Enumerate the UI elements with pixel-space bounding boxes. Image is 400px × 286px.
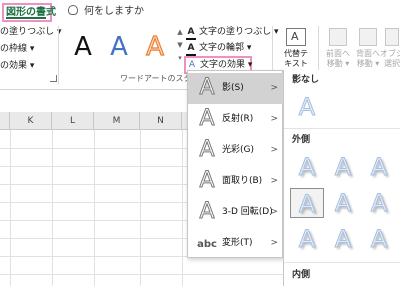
selection-pane-button[interactable]: オブジ 選択 [380,26,400,76]
selection-pane-icon [385,28,399,46]
shadow-option-outer[interactable]: A [326,152,360,182]
3d-rotation-effect-icon: A [199,199,215,225]
send-backward-icon [359,28,377,46]
gallery-divider [284,128,400,129]
grid-col-line [52,130,53,286]
wordart-gallery-scroll[interactable]: ▲ ▼ ▾ [176,26,184,66]
column-header-m[interactable]: M [94,112,140,130]
chevron-right-icon: > [270,83,278,93]
menu-item-transform[interactable]: abc 変形(T) > [188,228,284,259]
active-tab-underline [6,17,46,19]
text-fill-icon: A [186,27,196,40]
column-header-l[interactable]: L [52,112,94,130]
menu-item-label: 光彩(G) [222,145,254,155]
shadow-option-outer[interactable]: A [362,152,396,182]
text-outline-icon: A [186,43,196,56]
text-outline-button[interactable]: A 文字の輪郭 ▾ [186,40,256,56]
menu-item-bevel[interactable]: A 面取り(B) > [188,166,284,197]
lightbulb-icon [68,5,78,15]
scroll-down-icon[interactable]: ▼ [176,39,184,52]
column-header-partial[interactable] [0,112,10,130]
wordart-styles-gallery: A A A [62,28,176,66]
alt-text-icon [286,28,306,46]
text-outline-label: 文字の輪郭 ▾ [199,43,252,53]
shadow-option-outer[interactable]: A [290,152,324,182]
wordart-style-blue[interactable]: A [102,30,136,64]
excel-window: 図形の書式 何をしますか の塗りつぶし ▾ の枠線 ▾ の効果 ▾ A A A … [0,0,400,286]
group-separator [58,26,59,84]
inner-shadow-heading: 内側 [292,270,311,280]
chevron-right-icon: > [270,114,278,124]
shadow-effect-icon: A [199,75,215,101]
shape-styles-group: の塗りつぶし ▾ の枠線 ▾ の効果 ▾ [0,24,61,75]
text-fill-label: 文字の塗りつぶし ▾ [199,27,279,37]
wordart-style-orange-outline[interactable]: A [138,30,172,64]
shadow-option-outer[interactable]: A [290,224,324,254]
column-header-k[interactable]: K [10,112,52,130]
reflection-effect-icon: A [199,106,215,132]
gallery-more-icon[interactable]: ▾ [176,52,184,65]
selection-pane-label-2: 選択 [384,59,400,68]
bring-forward-icon [329,28,347,46]
chevron-right-icon: > [270,238,278,248]
grid-col-line [10,130,11,286]
menu-item-glow[interactable]: A 光彩(G) > [188,135,284,166]
shadow-option-outer[interactable]: A [326,188,360,218]
text-fill-button[interactable]: A 文字の塗りつぶし ▾ [186,24,278,40]
shadow-option-outer[interactable]: A [326,224,360,254]
bring-forward-label-2: 移動 ▾ [326,59,350,68]
ribbon-tab-bar: 図形の書式 何をしますか [0,0,400,22]
menu-item-label: 面取り(B) [222,176,263,186]
tab-shape-format[interactable]: 図形の書式 [2,3,56,22]
selection-pane-label-1: オブジ [380,49,400,58]
glow-effect-icon: A [199,137,215,163]
menu-item-label: 反射(R) [222,114,254,124]
shadow-option-none[interactable]: A [290,92,324,122]
grid-col-line [182,130,183,286]
chevron-right-icon: > [270,145,278,155]
shadow-option-outer[interactable]: A [362,188,396,218]
shadow-option-outer[interactable]: A [362,224,396,254]
alt-text-label-2: キスト [284,59,308,68]
text-effects-label: 文字の効果 ▾ [200,60,253,70]
grid-col-line [94,130,95,286]
gallery-divider [284,262,400,263]
menu-item-3d-rotation[interactable]: A 3-D 回転(D) > [188,197,284,228]
alt-text-button[interactable]: 代替テ キスト [278,26,314,76]
menu-item-reflection[interactable]: A 反射(R) > [188,104,284,135]
transform-effect-icon: abc [197,239,217,250]
text-options-group: A 文字の塗りつぶし ▾ A 文字の輪郭 ▾ A 文字の効果 ▾ [184,24,278,74]
tell-me-text: 何をしますか [84,6,144,17]
shape-fill-button[interactable]: の塗りつぶし ▾ [0,24,61,41]
shadow-option-outer-selected[interactable]: A [290,188,324,219]
wordart-style-black[interactable]: A [66,30,100,64]
shape-styles-dialog-launcher[interactable] [50,75,57,82]
outer-shadow-heading: 外側 [292,135,311,145]
menu-item-label: 3-D 回転(D) [222,207,273,217]
tell-me-search[interactable]: 何をしますか [68,4,144,20]
grid-col-line [140,130,141,286]
scroll-up-icon[interactable]: ▲ [176,26,184,39]
menu-item-shadow[interactable]: A 影(S) > [188,73,284,104]
bevel-effect-icon: A [199,168,215,194]
shadow-gallery: 影なし A 外側 A A A A A A A A A 内側 [283,70,400,286]
bring-forward-button[interactable]: 前面へ 移動 ▾ [322,26,354,76]
menu-item-label: 影(S) [222,83,244,93]
no-shadow-heading: 影なし [292,75,320,85]
menu-item-label: 変形(T) [222,238,253,248]
chevron-right-icon: > [270,176,278,186]
column-header-n[interactable]: N [140,112,182,130]
bring-forward-label-1: 前面へ [326,49,350,58]
alt-text-label-1: 代替テ [284,49,308,58]
text-effects-menu: A 影(S) > A 反射(R) > A 光彩(G) > A 面取り(B) > … [187,70,284,259]
shape-effects-button[interactable]: の効果 ▾ [0,58,58,75]
chevron-right-icon: > [270,207,278,217]
shape-outline-button[interactable]: の枠線 ▾ [0,41,58,58]
